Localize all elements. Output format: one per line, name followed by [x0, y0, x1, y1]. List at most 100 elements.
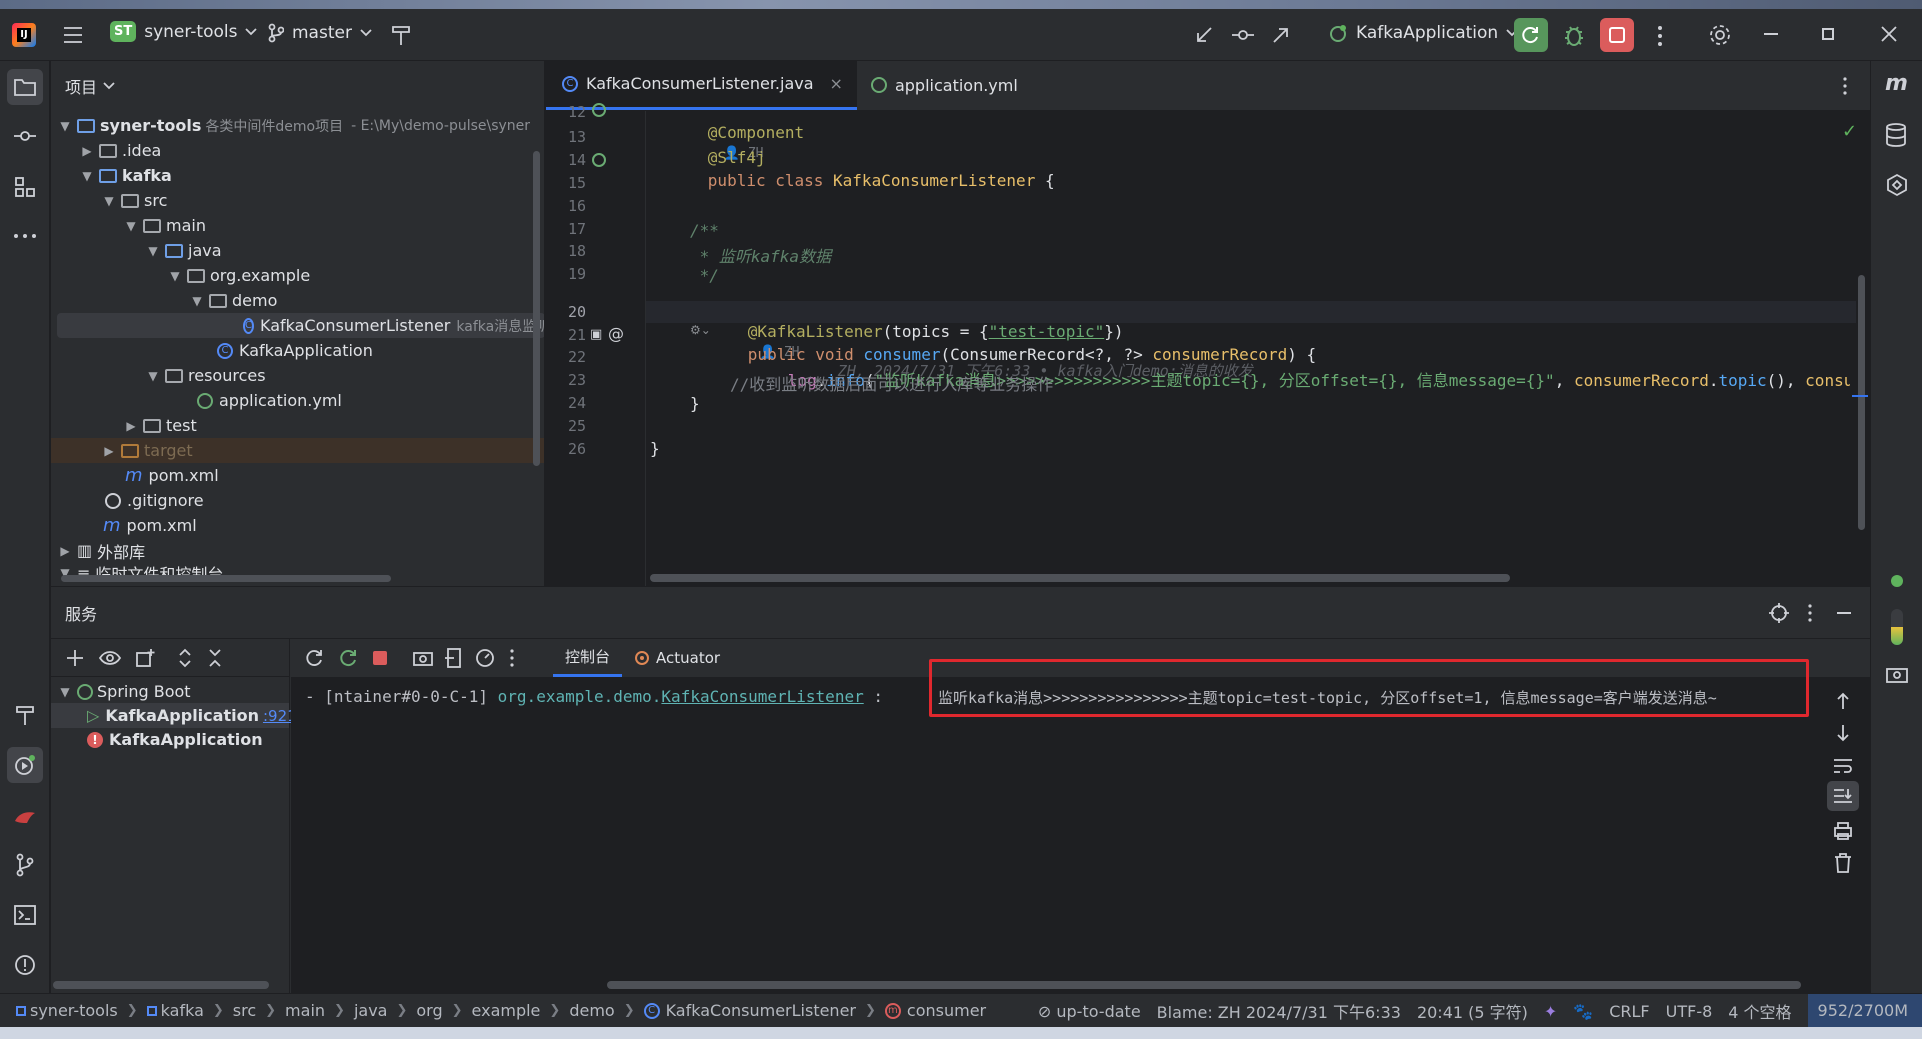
tree-node-demo[interactable]: ▼ demo	[51, 288, 544, 313]
services-tool-button[interactable]	[7, 747, 43, 783]
services-tree-scrollbar[interactable]	[53, 981, 269, 989]
close-window-icon[interactable]	[1880, 25, 1898, 47]
breadcrumb-item[interactable]: src	[233, 1001, 256, 1020]
tab-console[interactable]: 控制台	[553, 639, 623, 677]
commit-tool-button[interactable]	[7, 118, 43, 154]
tree-node-gitignore[interactable]: .gitignore	[51, 488, 544, 513]
restore-icon[interactable]	[1822, 28, 1834, 40]
breadcrumb-item[interactable]: example	[472, 1001, 541, 1020]
markdown-m-icon[interactable]: m	[1885, 71, 1908, 96]
arrow-up-icon[interactable]	[1835, 691, 1851, 711]
tree-node-main[interactable]: ▼ main	[51, 213, 544, 238]
plugin-tool-button[interactable]	[7, 799, 43, 835]
tree-node-kafka-pom[interactable]: m pom.xml	[51, 463, 544, 488]
collapse-all-icon[interactable]	[207, 648, 223, 668]
soft-wrap-icon[interactable]	[1833, 757, 1853, 775]
branch-switcher[interactable]: master	[268, 23, 372, 43]
breadcrumb-item[interactable]: org	[416, 1001, 442, 1020]
stop-button[interactable]	[1600, 18, 1634, 52]
debug-button[interactable]	[1562, 22, 1586, 52]
service-node-failed-app[interactable]: ! KafkaApplication	[51, 727, 289, 752]
file-encoding[interactable]: UTF-8	[1666, 1002, 1713, 1021]
tree-node-test[interactable]: ▶ test	[51, 413, 544, 438]
breadcrumb-item[interactable]: java	[354, 1001, 388, 1020]
tab-actions-icon[interactable]	[1842, 77, 1848, 99]
no-problems-check-icon[interactable]: ✓	[1842, 121, 1857, 142]
tab-actuator[interactable]: Actuator	[622, 639, 732, 677]
camera-icon[interactable]	[413, 649, 433, 667]
paw-icon[interactable]: 🐾	[1573, 1002, 1593, 1021]
plugin-status-icon[interactable]: ✦	[1544, 1002, 1557, 1021]
more-tools-button[interactable]	[7, 218, 43, 254]
screenshot-camera-icon[interactable]	[1886, 665, 1908, 687]
database-tool-button[interactable]	[1885, 123, 1907, 151]
git-tool-button[interactable]	[7, 847, 43, 883]
rerun-icon[interactable]	[305, 648, 325, 668]
app-logo-icon[interactable]: IJ	[12, 23, 36, 47]
tree-node-resources[interactable]: ▼ resources	[51, 363, 544, 388]
rerun-button[interactable]	[1514, 18, 1548, 52]
project-panel-header[interactable]: 项目	[51, 61, 544, 111]
spring-bean-gutter-icon[interactable]	[592, 103, 606, 117]
vcs-status[interactable]: ⊘ up-to-date	[1038, 1002, 1141, 1021]
close-tab-icon[interactable]: ×	[830, 74, 843, 93]
add-service-icon[interactable]	[65, 648, 85, 668]
eye-icon[interactable]	[99, 650, 121, 666]
indent-setting[interactable]: 4 个空格	[1728, 999, 1791, 1023]
breadcrumb-item[interactable]: demo	[569, 1001, 614, 1020]
main-menu-icon[interactable]	[62, 25, 84, 49]
memory-indicator[interactable]	[1891, 609, 1903, 645]
line-separator[interactable]: CRLF	[1609, 1002, 1649, 1021]
expand-all-icon[interactable]	[177, 648, 193, 668]
tree-node-kafka[interactable]: ▼ kafka	[51, 163, 544, 188]
breadcrumb-item[interactable]: main	[285, 1001, 325, 1020]
project-switcher[interactable]: ST syner-tools	[110, 21, 258, 42]
tab-application-yml[interactable]: application.yml	[857, 60, 1032, 110]
tree-horizontal-scrollbar[interactable]	[61, 575, 391, 582]
build-tool-button[interactable]	[7, 697, 43, 733]
service-node-spring-boot[interactable]: ▼ Spring Boot	[51, 679, 289, 704]
vcs-update-icon[interactable]	[1194, 25, 1214, 49]
tree-node-root[interactable]: ▼ syner-tools 各类中间件demo项目 - E:\My\demo-p…	[51, 113, 544, 138]
rerun-failed-icon[interactable]	[339, 648, 359, 668]
scroll-to-end-button[interactable]	[1827, 781, 1859, 811]
breadcrumb-item[interactable]: consumer	[907, 1001, 986, 1020]
editor-vertical-scrollbar[interactable]	[1858, 275, 1865, 530]
tree-vertical-scrollbar[interactable]	[533, 151, 540, 466]
profiler-icon[interactable]	[475, 648, 495, 668]
minimize-icon[interactable]	[1764, 33, 1778, 35]
tree-node-external-libs[interactable]: ▶ ▥ 外部库	[51, 538, 544, 563]
ai-assistant-button[interactable]	[1885, 173, 1909, 201]
implementation-gutter-icon[interactable]: ▣	[590, 327, 602, 342]
structure-tool-button[interactable]	[7, 169, 43, 205]
breadcrumb-item[interactable]: syner-tools	[30, 1001, 118, 1020]
tab-kafka-consumer-listener[interactable]: C KafkaConsumerListener.java ×	[546, 60, 857, 110]
exit-icon[interactable]	[445, 648, 463, 668]
vcs-commit-icon[interactable]	[1231, 25, 1255, 49]
tree-node-java[interactable]: ▼ java	[51, 238, 544, 263]
tree-node-src[interactable]: ▼ src	[51, 188, 544, 213]
terminal-tool-button[interactable]	[7, 897, 43, 933]
breadcrumb-item[interactable]: kafka	[161, 1001, 204, 1020]
problems-tool-button[interactable]	[7, 947, 43, 983]
more-actions-icon[interactable]	[1656, 25, 1664, 51]
tree-node-target[interactable]: ▶ target	[51, 438, 544, 463]
tree-node-idea[interactable]: ▶ .idea	[51, 138, 544, 163]
arrow-down-icon[interactable]	[1835, 723, 1851, 743]
run-config-selector[interactable]: KafkaApplication	[1328, 23, 1518, 43]
project-tool-button[interactable]	[7, 69, 43, 105]
editor-horizontal-scrollbar[interactable]	[650, 574, 1510, 582]
options-icon[interactable]	[1807, 604, 1813, 626]
git-blame-status[interactable]: Blame: ZH 2024/7/31 下午6:33	[1157, 999, 1401, 1023]
spring-bean-gutter-icon[interactable]	[592, 153, 606, 167]
kafka-listener-gutter-icon[interactable]: @	[608, 324, 624, 343]
new-group-icon[interactable]	[135, 648, 155, 668]
tree-node-kafka-application[interactable]: C KafkaApplication	[51, 338, 544, 363]
log-class-link[interactable]: KafkaConsumerListener	[661, 687, 863, 706]
breadcrumb-item[interactable]: KafkaConsumerListener	[666, 1001, 856, 1020]
service-node-running-app[interactable]: ▷ KafkaApplication :921	[51, 703, 297, 728]
tree-node-application-yml[interactable]: application.yml	[51, 388, 544, 413]
stop-icon[interactable]	[373, 651, 387, 665]
locate-icon[interactable]	[1769, 603, 1789, 627]
tree-node-kafka-consumer-listener[interactable]: C KafkaConsumerListener kafka消息监听 ((	[57, 313, 544, 338]
